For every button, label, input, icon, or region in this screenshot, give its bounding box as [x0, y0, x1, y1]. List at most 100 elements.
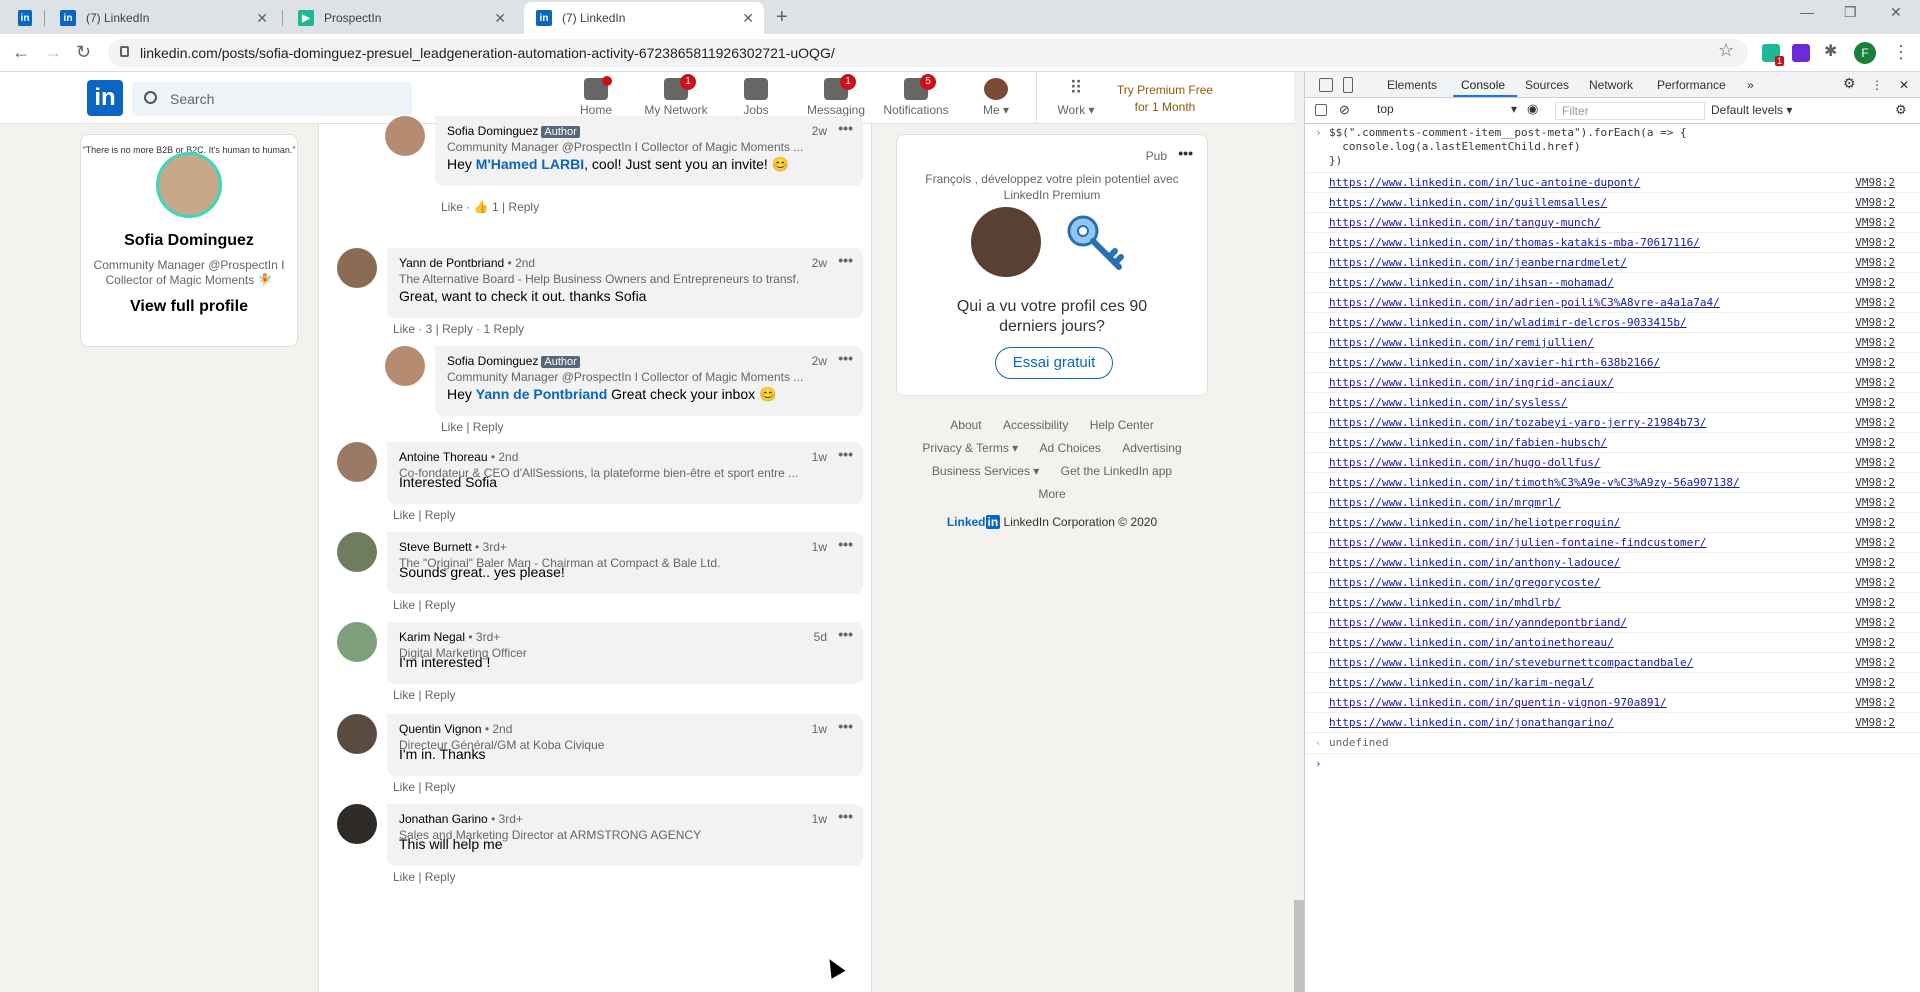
- comment-actions[interactable]: Like | Reply: [393, 598, 455, 612]
- comment-actions[interactable]: Like | Reply: [393, 780, 455, 794]
- close-tab-icon[interactable]: ✕: [494, 10, 506, 27]
- profile-url-link[interactable]: https://www.linkedin.com/in/jonathangari…: [1329, 716, 1614, 729]
- purple-extension-icon[interactable]: [1792, 44, 1810, 62]
- new-tab-button[interactable]: +: [776, 6, 788, 29]
- search-input[interactable]: Search: [132, 82, 412, 116]
- commenter-avatar[interactable]: [385, 346, 425, 386]
- settings-gear-icon[interactable]: ⚙: [1843, 75, 1856, 92]
- source-link[interactable]: VM98:2: [1855, 193, 1895, 213]
- profile-url-link[interactable]: https://www.linkedin.com/in/mhdlrb/: [1329, 596, 1561, 609]
- try-premium-link[interactable]: Try Premium Free for 1 Month: [1110, 82, 1220, 116]
- address-bar[interactable]: linkedin.com/posts/sofia-dominguez-presu…: [108, 39, 1748, 67]
- clear-console-icon[interactable]: ⊘: [1339, 102, 1350, 118]
- source-link[interactable]: VM98:2: [1855, 393, 1895, 413]
- nav-home[interactable]: Home: [556, 76, 636, 117]
- source-link[interactable]: VM98:2: [1855, 513, 1895, 533]
- commenter-avatar[interactable]: [337, 804, 377, 844]
- profile-name[interactable]: Sofia Dominguez: [81, 232, 297, 250]
- profile-url-link[interactable]: https://www.linkedin.com/in/sysless/: [1329, 396, 1567, 409]
- source-link[interactable]: VM98:2: [1855, 433, 1895, 453]
- profile-url-link[interactable]: https://www.linkedin.com/in/fabien-hubsc…: [1329, 436, 1607, 449]
- profile-url-link[interactable]: https://www.linkedin.com/in/steveburnett…: [1329, 656, 1693, 669]
- nav-work[interactable]: ⠿ Work ▾: [1036, 76, 1116, 117]
- profile-url-link[interactable]: https://www.linkedin.com/in/tozabeyi-yar…: [1329, 416, 1707, 429]
- profile-url-link[interactable]: https://www.linkedin.com/in/remijullien/: [1329, 336, 1594, 349]
- filter-input[interactable]: Filter: [1555, 102, 1705, 120]
- profile-url-link[interactable]: https://www.linkedin.com/in/jeanbernardm…: [1329, 256, 1627, 269]
- comment-more-icon[interactable]: •••: [838, 120, 853, 136]
- commenter-name[interactable]: Karim Negal • 3rd+: [399, 630, 500, 644]
- profile-url-link[interactable]: https://www.linkedin.com/in/antoinethore…: [1329, 636, 1614, 649]
- comment-actions[interactable]: Like | Reply: [393, 688, 455, 702]
- commenter-name[interactable]: Quentin Vignon • 2nd: [399, 722, 512, 736]
- commenter-avatar[interactable]: [337, 442, 377, 482]
- profile-url-link[interactable]: https://www.linkedin.com/in/xavier-hirth…: [1329, 356, 1660, 369]
- minimize-window-icon[interactable]: —: [1800, 4, 1814, 20]
- devtools-tab-elements[interactable]: Elements: [1387, 78, 1437, 92]
- context-select[interactable]: top ▾: [1377, 102, 1517, 120]
- tab-pinned-linkedin[interactable]: in: [6, 2, 42, 34]
- mention-link[interactable]: Yann de Pontbriand: [476, 386, 607, 402]
- source-link[interactable]: VM98:2: [1855, 373, 1895, 393]
- devtools-tab-performance[interactable]: Performance: [1657, 78, 1726, 92]
- reload-icon[interactable]: ↻: [76, 42, 91, 63]
- mention-link[interactable]: M'Hamed LARBI: [476, 156, 584, 172]
- commenter-name[interactable]: Sofia Dominguez Author: [447, 354, 580, 368]
- nav-my-network[interactable]: 1 My Network: [636, 74, 716, 117]
- forward-arrow-icon[interactable]: →: [44, 42, 62, 63]
- comment-actions[interactable]: Like · 👍 1 | Reply: [441, 200, 539, 214]
- source-link[interactable]: VM98:2: [1855, 593, 1895, 613]
- bookmark-star-icon[interactable]: ☆: [1718, 40, 1734, 61]
- close-tab-icon[interactable]: ✕: [256, 10, 268, 27]
- profile-avatar[interactable]: [156, 152, 222, 218]
- tab-prospectin[interactable]: ▶ ProspectIn ✕: [286, 2, 516, 34]
- log-levels-dropdown[interactable]: Default levels ▾: [1711, 103, 1792, 117]
- footer-link[interactable]: Privacy & Terms ▾: [922, 441, 1018, 455]
- profile-url-link[interactable]: https://www.linkedin.com/in/tanguy-munch…: [1329, 216, 1601, 229]
- console-prompt-input[interactable]: [1305, 754, 1920, 774]
- profile-url-link[interactable]: https://www.linkedin.com/in/ihsan--moham…: [1329, 276, 1614, 289]
- profile-url-link[interactable]: https://www.linkedin.com/in/anthony-lado…: [1329, 556, 1620, 569]
- browser-menu-icon[interactable]: ⋮: [1892, 42, 1910, 63]
- profile-url-link[interactable]: https://www.linkedin.com/in/quentin-vign…: [1329, 696, 1667, 709]
- source-link[interactable]: VM98:2: [1855, 493, 1895, 513]
- profile-url-link[interactable]: https://www.linkedin.com/in/julien-fonta…: [1329, 536, 1707, 549]
- commenter-name[interactable]: Sofia Dominguez Author: [447, 124, 580, 138]
- footer-link[interactable]: Advertising: [1122, 441, 1181, 455]
- commenter-avatar[interactable]: [385, 116, 425, 156]
- source-link[interactable]: VM98:2: [1855, 653, 1895, 673]
- comment-actions[interactable]: Like | Reply: [393, 508, 455, 522]
- source-link[interactable]: VM98:2: [1855, 613, 1895, 633]
- source-link[interactable]: VM98:2: [1855, 473, 1895, 493]
- source-link[interactable]: VM98:2: [1855, 633, 1895, 653]
- source-link[interactable]: VM98:2: [1855, 553, 1895, 573]
- page-scrollbar-thumb[interactable]: [1294, 900, 1304, 992]
- close-window-icon[interactable]: ✕: [1890, 4, 1902, 21]
- footer-link[interactable]: Get the LinkedIn app: [1061, 464, 1172, 478]
- source-link[interactable]: VM98:2: [1855, 413, 1895, 433]
- comment-actions[interactable]: Like · 3 | Reply · 1 Reply: [393, 322, 524, 336]
- footer-link[interactable]: Ad Choices: [1040, 441, 1101, 455]
- commenter-avatar[interactable]: [337, 248, 377, 288]
- nav-notifications[interactable]: 5 Notifications: [876, 74, 956, 117]
- profile-url-link[interactable]: https://www.linkedin.com/in/gregorycoste…: [1329, 576, 1601, 589]
- source-link[interactable]: VM98:2: [1855, 353, 1895, 373]
- commenter-name[interactable]: Jonathan Garino • 3rd+: [399, 812, 523, 826]
- commenter-name[interactable]: Antoine Thoreau • 2nd: [399, 450, 518, 464]
- device-toolbar-icon[interactable]: [1343, 77, 1353, 93]
- source-link[interactable]: VM98:2: [1855, 573, 1895, 593]
- prospectin-extension-icon[interactable]: 1: [1762, 44, 1784, 66]
- devtools-menu-icon[interactable]: ⋮: [1871, 78, 1883, 92]
- tab-linkedin-1[interactable]: in (7) LinkedIn ✕: [48, 2, 278, 34]
- footer-link[interactable]: Help Center: [1090, 418, 1154, 432]
- source-link[interactable]: VM98:2: [1855, 713, 1895, 733]
- view-full-profile-link[interactable]: View full profile: [81, 298, 297, 316]
- nav-messaging[interactable]: 1 Messaging: [796, 74, 876, 117]
- source-link[interactable]: VM98:2: [1855, 533, 1895, 553]
- commenter-avatar[interactable]: [337, 622, 377, 662]
- close-tab-icon[interactable]: ✕: [742, 10, 754, 27]
- profile-url-link[interactable]: https://www.linkedin.com/in/ingrid-ancia…: [1329, 376, 1614, 389]
- source-link[interactable]: VM98:2: [1855, 293, 1895, 313]
- linkedin-logo-icon[interactable]: in: [87, 80, 123, 116]
- ad-more-icon[interactable]: •••: [1178, 145, 1193, 161]
